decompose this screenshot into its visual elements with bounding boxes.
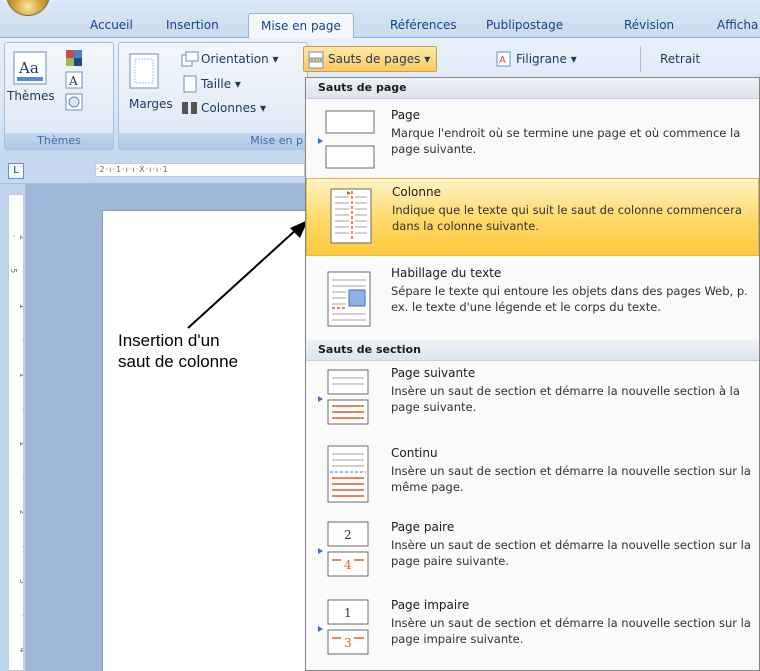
menu-item-description: Insère un saut de section et démarre la … (391, 464, 751, 494)
menu-item-continu[interactable]: Continu Insère un saut de section et dém… (306, 440, 759, 512)
next-page-section-icon (316, 368, 378, 431)
tab-revision[interactable]: Révision (624, 13, 674, 38)
columns-icon (181, 101, 199, 118)
menu-item-page-suivante[interactable]: Page suivante Insère un saut de section … (306, 362, 759, 440)
theme-colors-icon[interactable] (65, 49, 87, 70)
text-wrapping-break-icon (316, 270, 378, 333)
section-breaks-header: Sauts de section (306, 340, 759, 361)
menu-item-description: Sépare le texte qui entoure les objets d… (391, 284, 748, 314)
themes-group-label: Thèmes (5, 133, 113, 149)
column-break-icon (317, 185, 379, 250)
menu-item-description: Indique que le texte qui suit le saut de… (392, 203, 742, 233)
continuous-section-icon (316, 444, 378, 509)
odd-page-section-icon: 1 3 (316, 598, 378, 661)
indent-label: Retrait (660, 52, 701, 66)
svg-text:Aa: Aa (18, 59, 39, 77)
svg-text:3: 3 (344, 636, 352, 650)
menu-item-description: Marque l'endroit où se termine une page … (391, 126, 741, 156)
office-button[interactable] (6, 0, 50, 16)
menu-item-page[interactable]: Page Marque l'endroit où se termine une … (306, 100, 759, 176)
theme-fonts-icon[interactable]: A (65, 71, 87, 92)
menu-item-title: Continu (391, 446, 438, 460)
page-breaks-header: Sauts de page (306, 78, 759, 99)
svg-text:A: A (499, 55, 506, 66)
annotation-line-2: saut de colonne (118, 352, 239, 371)
tab-publipostage[interactable]: Publipostage (486, 13, 563, 38)
even-page-section-icon: 2 4 (316, 520, 378, 583)
page-breaks-button[interactable]: Sauts de pages ▾ (303, 46, 437, 72)
themes-group: Aa A Thèmes Thèmes (4, 42, 114, 150)
ribbon-tab-bar: Accueil Insertion Mise en page Référence… (0, 0, 760, 38)
watermark-button[interactable]: Filigrane ▾ (516, 52, 577, 66)
tab-affichage[interactable]: Afficha (717, 13, 758, 38)
size-icon (181, 75, 199, 96)
size-button[interactable]: Taille ▾ (201, 77, 241, 91)
page-breaks-label: Sauts de pages ▾ (328, 52, 431, 66)
theme-effects-icon[interactable] (65, 93, 87, 114)
svg-text:1: 1 (344, 606, 352, 620)
menu-item-title: Page paire (391, 520, 455, 534)
margins-label[interactable]: Marges (129, 97, 173, 111)
menu-item-title: Habillage du texte (391, 266, 502, 280)
menu-item-colonne[interactable]: Colonne Indique que le texte qui suit le… (306, 178, 759, 256)
ribbon-divider (640, 46, 641, 72)
menu-item-description: Insère un saut de section et démarre la … (391, 616, 751, 646)
svg-text:4: 4 (344, 558, 352, 572)
vertical-ruler-scale: 2 · 1 · 1 · 1 · 2 · 3 · 4 · 5 (9, 235, 24, 667)
ruler-scale[interactable]: ·2·ı·1·ı·ı·Ẋ·ı·ı·1 (95, 163, 305, 177)
vertical-ruler[interactable]: 2 · 1 · 1 · 1 · 2 · 3 · 4 · 5 (8, 194, 24, 671)
margins-icon[interactable] (129, 53, 161, 92)
page-breaks-icon (308, 51, 326, 72)
menu-item-habillage[interactable]: Habillage du texte Sépare le texte qui e… (306, 258, 759, 340)
orientation-icon (181, 51, 199, 70)
tab-selector[interactable]: L (8, 163, 24, 179)
page-setup-group-label: Mise en p (119, 133, 307, 149)
tab-accueil[interactable]: Accueil (90, 13, 133, 38)
menu-item-description: Insère un saut de section et démarre la … (391, 384, 740, 414)
tab-references[interactable]: Références (390, 13, 457, 38)
menu-item-title: Page suivante (391, 366, 476, 380)
menu-item-title: Page impaire (391, 598, 470, 612)
themes-button-label[interactable]: Thèmes (7, 89, 55, 103)
themes-icon[interactable]: Aa (13, 51, 47, 88)
menu-item-page-impaire[interactable]: 1 3 Page impaire Insère un saut de secti… (306, 592, 759, 668)
tab-mise-en-page[interactable]: Mise en page (248, 13, 354, 38)
menu-item-title: Colonne (392, 185, 441, 199)
orientation-button[interactable]: Orientation ▾ (201, 52, 279, 66)
columns-button[interactable]: Colonnes ▾ (201, 101, 266, 115)
svg-text:2: 2 (344, 528, 352, 542)
horizontal-ruler: L ·2·ı·1·ı·ı·Ẋ·ı·ı·1 (0, 154, 305, 184)
tab-insertion[interactable]: Insertion (166, 13, 219, 38)
menu-item-page-paire[interactable]: 2 4 Page paire Insère un saut de section… (306, 514, 759, 590)
menu-item-title: Page (391, 108, 421, 122)
page-breaks-menu: Sauts de page Page Marque l'endroit où s… (305, 77, 760, 671)
svg-text:A: A (68, 74, 78, 88)
page-break-icon (316, 110, 378, 173)
menu-item-description: Insère un saut de section et démarre la … (391, 538, 751, 568)
page-setup-group: Marges Orientation ▾ Taille ▾ Colonnes ▾… (118, 42, 308, 150)
watermark-icon: A (496, 51, 512, 70)
